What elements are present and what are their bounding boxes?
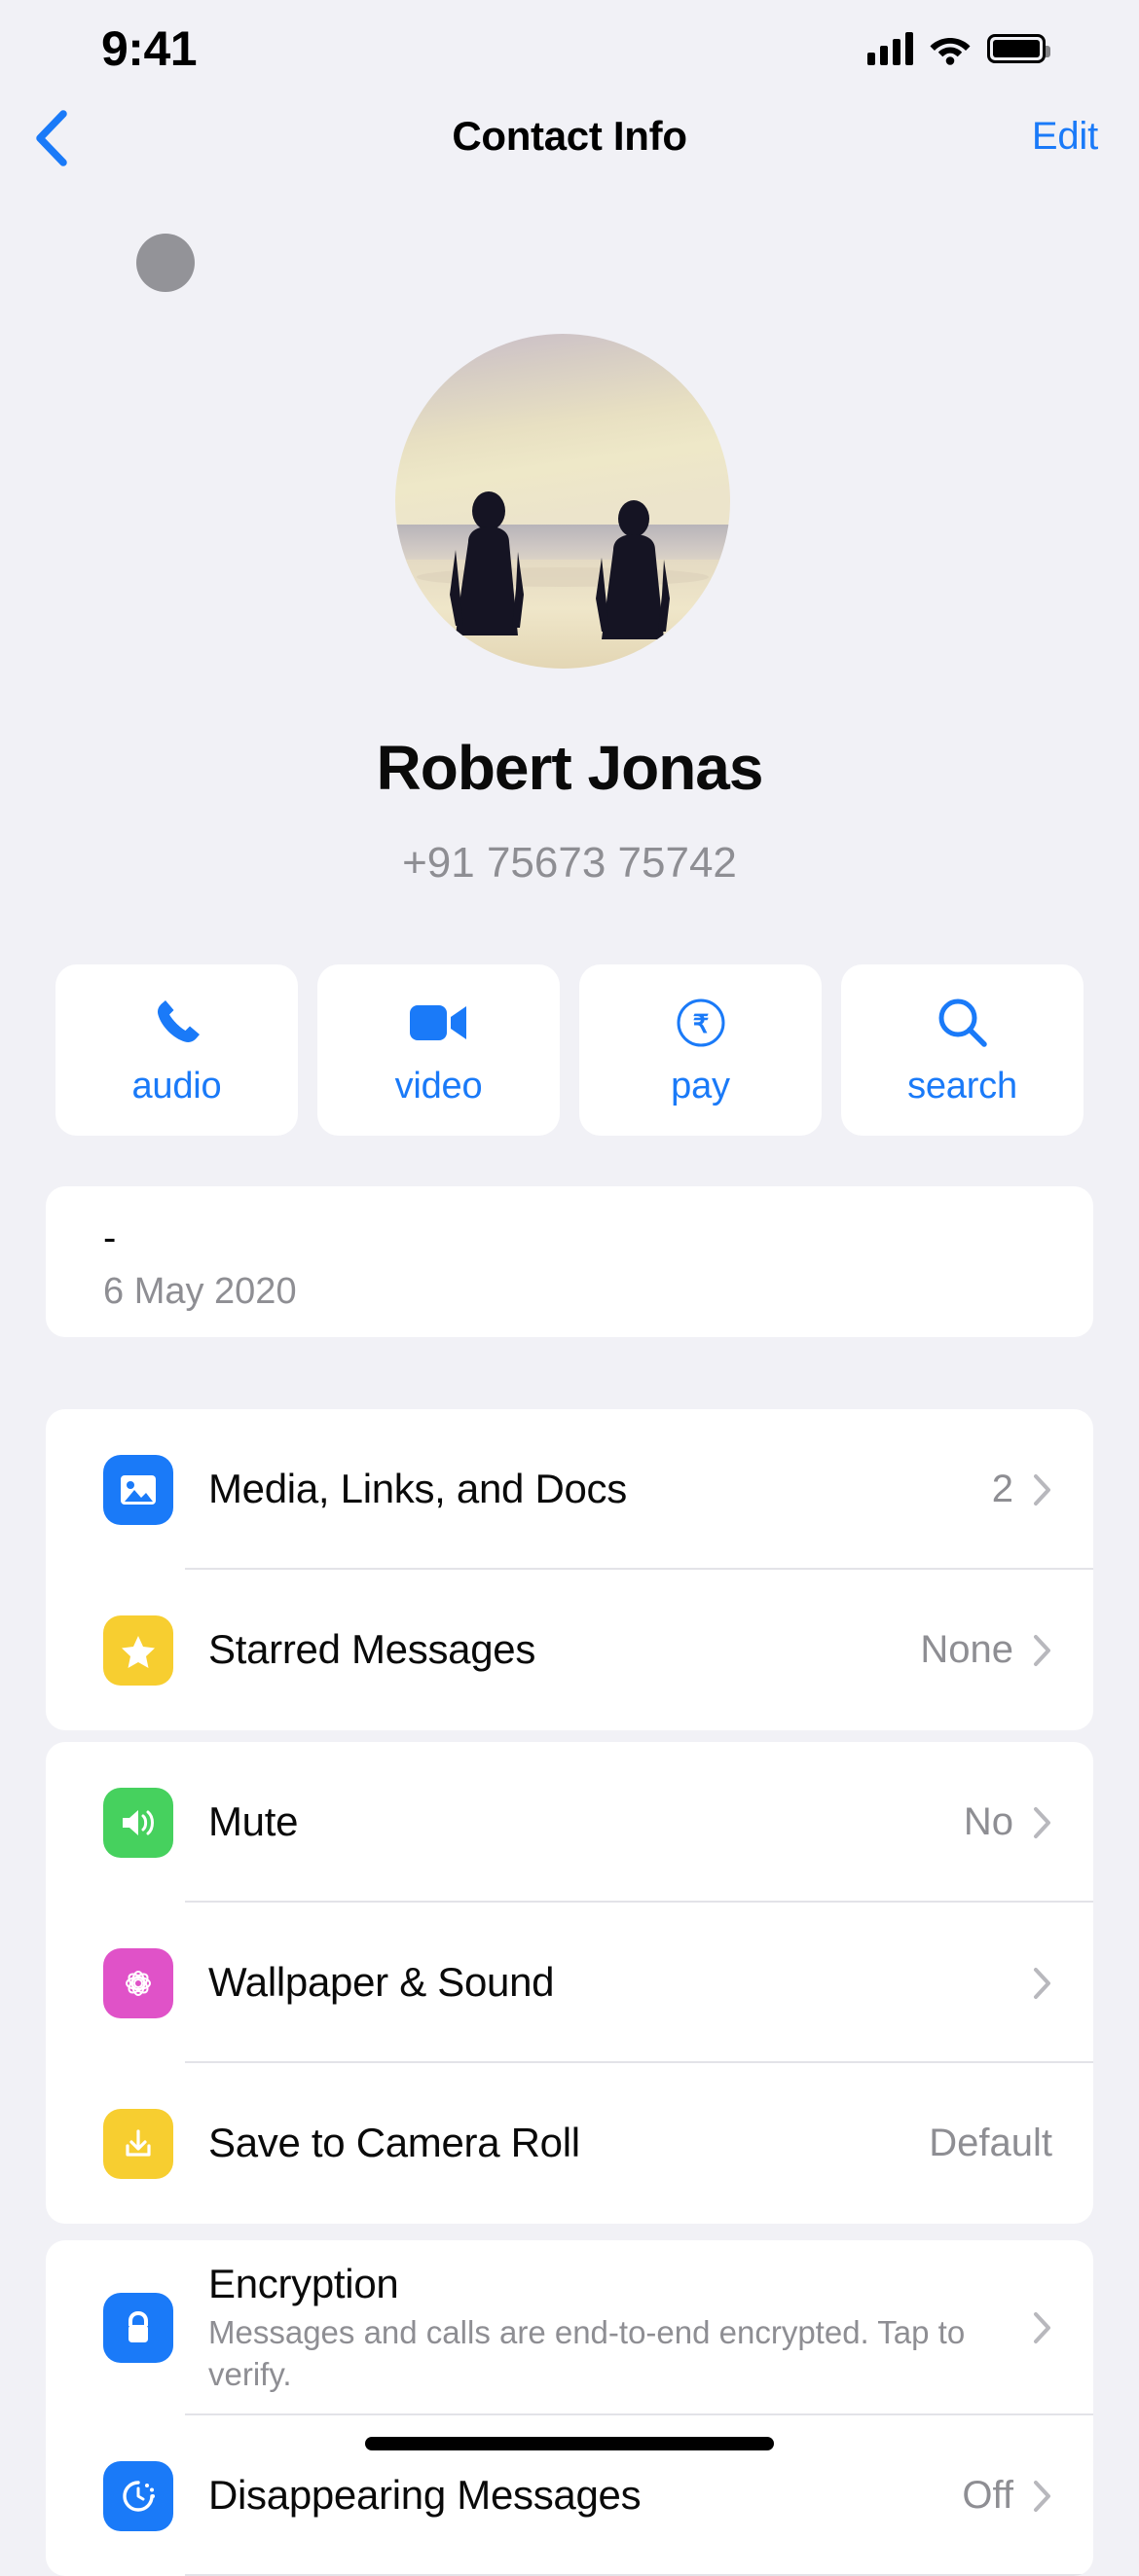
page-title: Contact Info xyxy=(452,113,687,159)
row-media-links-docs[interactable]: Media, Links, and Docs 2 xyxy=(46,1409,1093,1570)
row-text: Disappearing Messages xyxy=(208,2472,944,2519)
row-encryption[interactable]: Encryption Messages and calls are end-to… xyxy=(46,2240,1093,2415)
row-text: Encryption Messages and calls are end-to… xyxy=(208,2261,1013,2395)
row-starred-messages[interactable]: Starred Messages None xyxy=(46,1570,1093,1730)
chat-settings-section: Mute No Wallpaper & Sound Save to Camera… xyxy=(46,1742,1093,2224)
row-title: Starred Messages xyxy=(208,1626,536,1673)
star-icon xyxy=(103,1615,173,1686)
chevron-right-icon xyxy=(1033,1634,1052,1667)
row-title: Disappearing Messages xyxy=(208,2472,642,2519)
rupee-circle-icon: ₹ xyxy=(676,994,726,1052)
chevron-right-icon xyxy=(1033,1967,1052,2000)
contact-avatar-photo[interactable] xyxy=(395,334,730,669)
media-section: Media, Links, and Docs 2 Starred Message… xyxy=(46,1409,1093,1730)
pay-label: pay xyxy=(671,1065,730,1107)
row-save-to-camera-roll[interactable]: Save to Camera Roll Default xyxy=(46,2063,1093,2224)
status-bar: 9:41 xyxy=(0,0,1139,97)
flower-icon xyxy=(103,1947,173,2018)
row-text: Mute xyxy=(208,1798,946,1845)
pay-button[interactable]: ₹ pay xyxy=(579,964,822,1136)
contact-phone-number: +91 75673 75742 xyxy=(402,839,737,887)
privacy-section: Encryption Messages and calls are end-to… xyxy=(46,2240,1093,2576)
status-time: 9:41 xyxy=(101,21,198,76)
audio-call-button[interactable]: audio xyxy=(55,964,298,1136)
search-label: search xyxy=(907,1065,1017,1107)
row-title: Mute xyxy=(208,1798,299,1845)
row-text: Wallpaper & Sound xyxy=(208,1959,996,2006)
lock-icon xyxy=(103,2293,173,2363)
chevron-right-icon xyxy=(1033,2311,1052,2344)
row-title: Media, Links, and Docs xyxy=(208,1466,627,1512)
about-card[interactable]: - 6 May 2020 xyxy=(46,1186,1093,1337)
row-text: Save to Camera Roll xyxy=(208,2120,911,2166)
search-button[interactable]: search xyxy=(841,964,1084,1136)
navigation-bar: Contact Info Edit xyxy=(0,95,1139,177)
download-icon xyxy=(103,2108,173,2179)
chevron-right-icon xyxy=(1033,1473,1052,1506)
row-value: 2 xyxy=(991,1468,1013,1510)
about-date-text: 6 May 2020 xyxy=(103,1271,297,1312)
row-value: Off xyxy=(962,2474,1013,2517)
row-wallpaper-sound[interactable]: Wallpaper & Sound xyxy=(46,1903,1093,2063)
cellular-bars-icon xyxy=(867,32,913,65)
about-status-text: - xyxy=(103,1216,117,1259)
status-indicators xyxy=(867,32,1050,65)
edit-button[interactable]: Edit xyxy=(1032,95,1098,177)
wifi-icon xyxy=(930,38,971,65)
row-value: No xyxy=(963,1800,1013,1843)
chevron-right-icon xyxy=(1033,1806,1052,1839)
row-text: Media, Links, and Docs xyxy=(208,1466,974,1512)
contact-name: Robert Jonas xyxy=(376,733,764,803)
mini-avatar-circle[interactable] xyxy=(136,234,195,292)
photo-icon xyxy=(103,1454,173,1525)
row-value: Default xyxy=(929,2122,1052,2164)
row-title: Encryption xyxy=(208,2261,399,2307)
video-call-button[interactable]: video xyxy=(317,964,560,1136)
search-icon xyxy=(936,994,990,1052)
row-text: Starred Messages xyxy=(208,1626,902,1673)
row-value: None xyxy=(920,1628,1013,1671)
video-camera-icon xyxy=(409,994,468,1052)
svg-text:₹: ₹ xyxy=(692,1009,709,1038)
row-title: Wallpaper & Sound xyxy=(208,1959,555,2006)
timer-icon xyxy=(103,2460,173,2531)
speaker-icon xyxy=(103,1787,173,1858)
row-title: Save to Camera Roll xyxy=(208,2120,580,2166)
video-call-label: video xyxy=(394,1065,483,1107)
audio-call-label: audio xyxy=(131,1065,222,1107)
row-mute[interactable]: Mute No xyxy=(46,1742,1093,1903)
quick-actions: audio video ₹ pay search xyxy=(55,964,1084,1136)
chevron-right-icon xyxy=(1033,2480,1052,2513)
row-subtitle: Messages and calls are end-to-end encryp… xyxy=(208,2314,966,2392)
phone-icon xyxy=(150,994,204,1052)
battery-full-icon xyxy=(987,34,1050,63)
home-indicator-bar[interactable] xyxy=(365,2437,774,2450)
